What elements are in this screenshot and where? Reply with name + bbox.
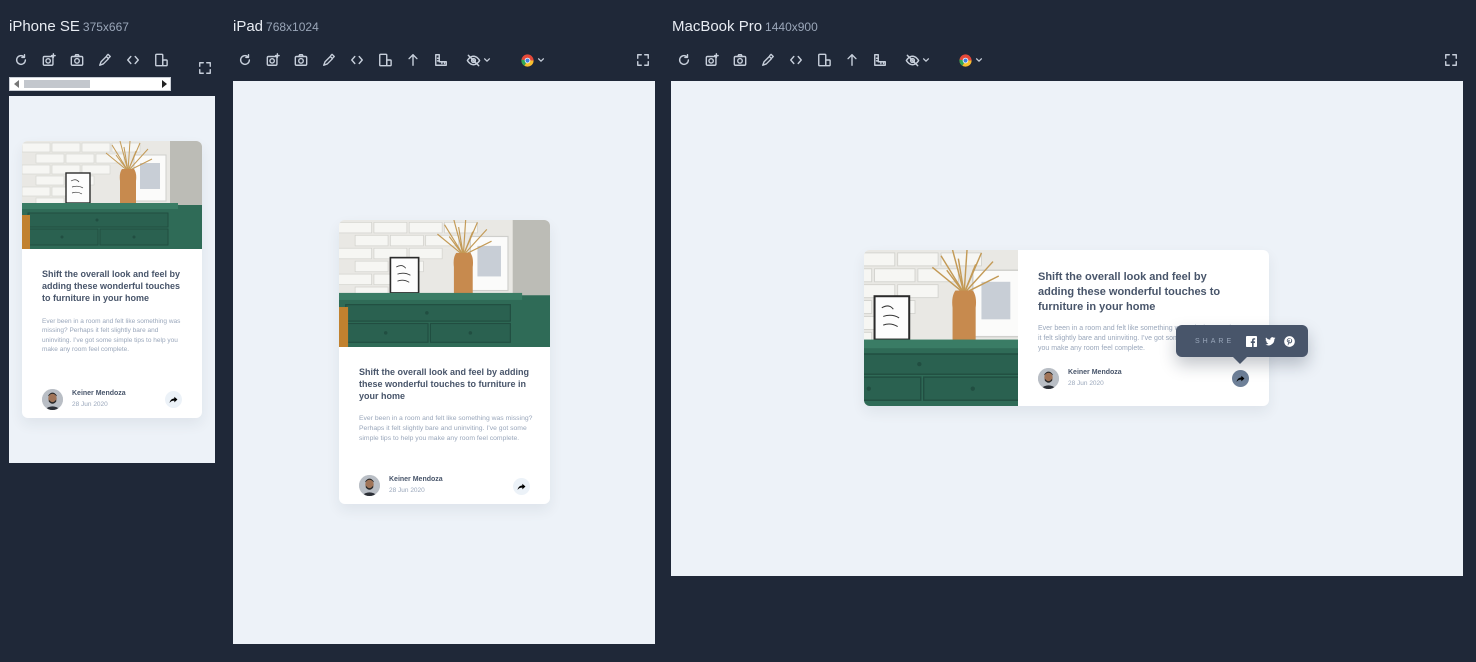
camera-icon[interactable] xyxy=(68,51,86,69)
share-button[interactable] xyxy=(513,478,530,495)
share-button[interactable] xyxy=(165,391,182,408)
device-toolbar xyxy=(11,51,215,74)
device-title: iPhone SE 375x667 xyxy=(9,18,129,35)
device-size: 375x667 xyxy=(82,20,129,34)
chevron-down-icon xyxy=(537,58,545,62)
ruler-icon[interactable] xyxy=(432,51,450,69)
device-size: 768x1024 xyxy=(266,20,319,34)
chevron-down-icon xyxy=(483,58,491,62)
hide-icon xyxy=(905,54,920,66)
article-title: Shift the overall look and feel by addin… xyxy=(1038,271,1221,313)
avatar xyxy=(359,475,380,496)
article-photo xyxy=(22,141,202,249)
rotate-device-icon[interactable] xyxy=(152,51,170,69)
device-viewport: Shift the overall look and feel by addin… xyxy=(233,81,655,644)
screenshot-icon[interactable] xyxy=(40,51,58,69)
device-name: MacBook Pro xyxy=(672,18,763,35)
browser-dropdown[interactable] xyxy=(520,51,545,69)
eyedropper-icon[interactable] xyxy=(320,51,338,69)
article-description: Ever been in a room and felt like someth… xyxy=(42,318,181,354)
camera-icon[interactable] xyxy=(731,51,749,69)
avatar xyxy=(42,389,63,410)
author-name: Keiner Mendoza xyxy=(1068,369,1122,376)
screenshot-icon[interactable] xyxy=(703,51,721,69)
device-title: iPad 768x1024 xyxy=(233,18,319,35)
screenshot-icon[interactable] xyxy=(264,51,282,69)
device-toolbar xyxy=(674,51,1463,71)
article-description: Ever been in a room and felt like someth… xyxy=(359,415,533,442)
chrome-icon xyxy=(521,53,534,67)
code-icon[interactable] xyxy=(348,51,366,69)
facebook-icon[interactable] xyxy=(1246,335,1258,347)
scroll-right-arrow[interactable] xyxy=(162,80,167,88)
rotate-device-icon[interactable] xyxy=(815,51,833,69)
share-icon xyxy=(1236,374,1245,383)
hide-icon xyxy=(466,54,481,66)
fullscreen-icon[interactable] xyxy=(634,51,652,69)
post-date: 28 Jun 2020 xyxy=(72,401,108,408)
eyedropper-icon[interactable] xyxy=(759,51,777,69)
article-card: Shift the overall look and feel by addin… xyxy=(339,220,550,504)
share-button[interactable] xyxy=(1232,370,1249,387)
post-date: 28 Jun 2020 xyxy=(389,487,425,494)
article-card: Shift the overall look and feel by addin… xyxy=(22,141,202,418)
browser-dropdown[interactable] xyxy=(958,51,983,69)
article-title: Shift the overall look and feel by addin… xyxy=(42,269,181,304)
author-name: Keiner Mendoza xyxy=(72,390,126,397)
device-toolbar xyxy=(235,51,655,71)
chevron-down-icon xyxy=(975,58,983,62)
code-icon[interactable] xyxy=(124,51,142,69)
article-title: Shift the overall look and feel by addin… xyxy=(359,367,530,402)
avatar xyxy=(1038,368,1059,389)
author-name: Keiner Mendoza xyxy=(389,476,443,483)
chevron-down-icon xyxy=(922,58,930,62)
refresh-icon[interactable] xyxy=(12,51,30,69)
share-popup: SHARE xyxy=(1176,325,1308,364)
device-title: MacBook Pro 1440x900 xyxy=(672,18,818,35)
share-popup-tail xyxy=(1233,357,1247,364)
scroll-up-icon[interactable] xyxy=(843,51,861,69)
share-icon xyxy=(517,482,526,491)
device-viewport: Shift the overall look and feel by addin… xyxy=(671,81,1463,576)
device-name: iPhone SE xyxy=(9,18,80,35)
scrollbar-thumb[interactable] xyxy=(24,80,90,88)
horizontal-scrollbar[interactable] xyxy=(9,77,171,91)
pinterest-icon[interactable] xyxy=(1284,335,1295,347)
hide-dropdown[interactable] xyxy=(466,51,491,69)
scroll-up-icon[interactable] xyxy=(404,51,422,69)
camera-icon[interactable] xyxy=(292,51,310,69)
twitter-icon[interactable] xyxy=(1265,336,1276,347)
chrome-icon xyxy=(959,53,972,67)
ruler-icon[interactable] xyxy=(871,51,889,69)
article-photo xyxy=(339,220,550,347)
fullscreen-icon[interactable] xyxy=(196,59,214,77)
rotate-device-icon[interactable] xyxy=(376,51,394,69)
device-viewport: Shift the overall look and feel by addin… xyxy=(9,96,215,463)
hide-dropdown[interactable] xyxy=(905,51,930,69)
post-date: 28 Jun 2020 xyxy=(1068,380,1104,387)
device-name: iPad xyxy=(233,18,264,35)
eyedropper-icon[interactable] xyxy=(96,51,114,69)
device-size: 1440x900 xyxy=(765,20,818,34)
refresh-icon[interactable] xyxy=(675,51,693,69)
share-popup-label: SHARE xyxy=(1195,337,1235,345)
fullscreen-icon[interactable] xyxy=(1442,51,1460,69)
article-photo xyxy=(864,250,1018,406)
scroll-left-arrow[interactable] xyxy=(14,80,19,88)
share-icon xyxy=(169,395,178,404)
code-icon[interactable] xyxy=(787,51,805,69)
refresh-icon[interactable] xyxy=(236,51,254,69)
